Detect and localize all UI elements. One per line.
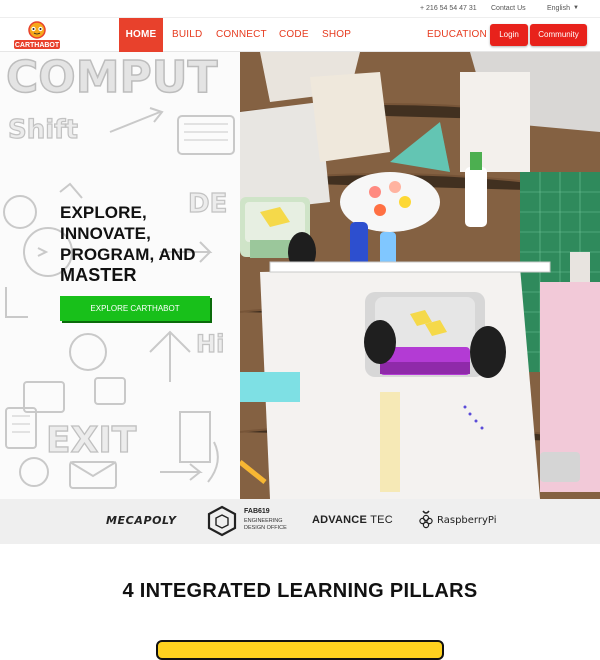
doodle-word: Shift — [8, 115, 78, 145]
nav-home[interactable]: HOME — [119, 18, 163, 52]
main-nav: CARTHABOT HOME BUILD CONNECT CODE SHOP E… — [0, 18, 600, 52]
nav-code[interactable]: CODE — [279, 18, 309, 52]
hero-section: COMPUT Shift DE Hi EXIT EXPLORE, INNOVAT… — [0, 52, 600, 499]
top-bar: + 216 54 54 47 31 Contact Us English ▼ — [0, 0, 600, 18]
logo-text: CARTHABOT — [15, 42, 60, 49]
chevron-down-icon: ▼ — [572, 5, 579, 11]
pillars-heading: 4 INTEGRATED LEARNING PILLARS — [122, 580, 478, 602]
robot-workbench-photo — [240, 52, 600, 499]
headline-line: EXPLORE, — [60, 203, 147, 222]
doodle-word: COMPUT — [6, 52, 217, 103]
mecapoly-logo: MECAPOLY — [106, 514, 177, 527]
explore-carthabot-button[interactable]: EXPLORE CARTHABOT — [60, 296, 210, 321]
fab619-title: FAB619 — [244, 508, 270, 515]
fab619-subtitle: DESIGN OFFICE — [244, 525, 287, 531]
language-label: English — [547, 5, 570, 12]
hero-headline: EXPLORE, INNOVATE, PROGRAM, AND MASTER — [60, 202, 235, 286]
headline-line: MASTER — [60, 265, 137, 285]
phone-number[interactable]: + 216 54 54 47 31 — [420, 5, 477, 12]
advance-tec-logo: ADVANCE TEC — [312, 514, 393, 526]
login-button[interactable]: Login — [490, 24, 528, 46]
doodle-word: Hi — [196, 330, 224, 358]
doodle-word: EXIT — [46, 420, 137, 461]
nav-education[interactable]: EDUCATION — [427, 18, 487, 52]
language-selector[interactable]: English ▼ — [547, 5, 579, 12]
raspberry-pi-logo: RaspberryPi — [437, 515, 497, 526]
advance-word: ADVANCE — [312, 514, 367, 526]
headline-line: PROGRAM, AND — [60, 245, 196, 264]
raspberry-pi-icon — [419, 510, 433, 529]
hero-text-panel: COMPUT Shift DE Hi EXIT EXPLORE, INNOVAT… — [0, 52, 240, 499]
fab619-hexagon-icon — [207, 505, 237, 537]
pillar-card[interactable] — [156, 640, 444, 660]
robot-logo-icon: CARTHABOT — [14, 21, 60, 49]
partners-strip: MECAPOLY FAB619 ENGINEERING DESIGN OFFIC… — [0, 499, 600, 544]
carthabot-logo[interactable]: CARTHABOT — [12, 21, 62, 51]
nav-connect[interactable]: CONNECT — [216, 18, 267, 52]
headline-line: INNOVATE, — [60, 224, 151, 243]
contact-us-link[interactable]: Contact Us — [491, 5, 526, 12]
nav-shop[interactable]: SHOP — [322, 18, 351, 52]
fab619-subtitle: ENGINEERING — [244, 518, 283, 524]
community-button[interactable]: Community — [530, 24, 587, 46]
nav-build[interactable]: BUILD — [172, 18, 202, 52]
tec-word: TEC — [370, 514, 393, 526]
